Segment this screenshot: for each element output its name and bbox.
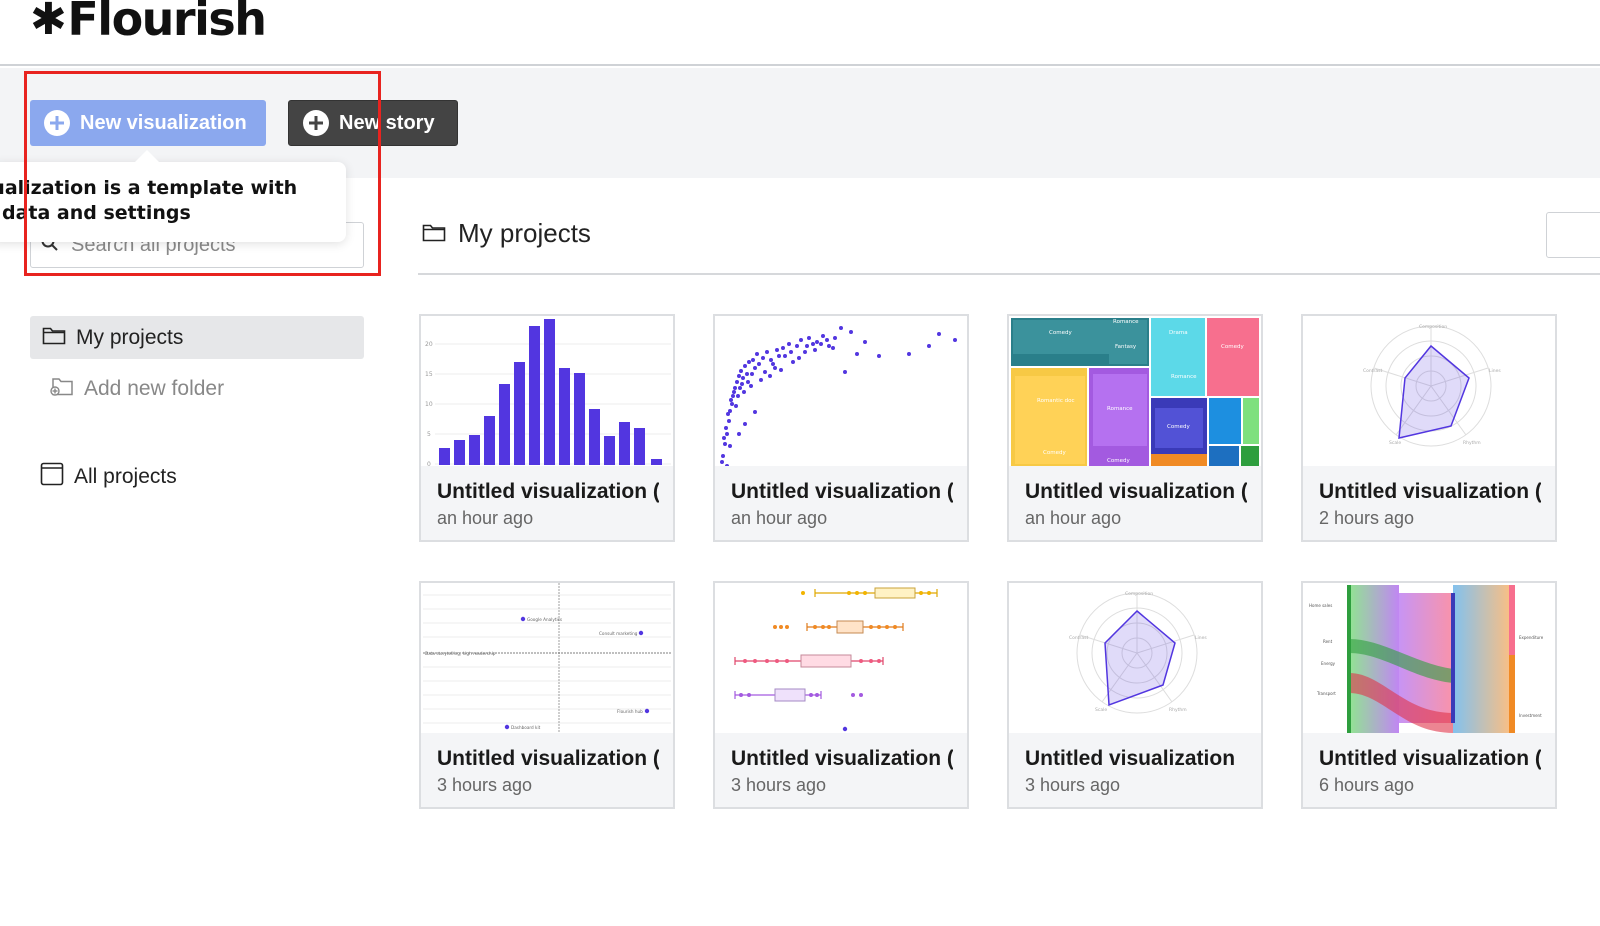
card-timestamp: an hour ago [731,508,828,528]
svg-text:Fantasy: Fantasy [1115,344,1137,350]
svg-text:5: 5 [427,431,431,438]
project-card[interactable]: Untitled visualization ( an hour ago [713,314,969,542]
svg-text:Comedy: Comedy [1167,424,1190,430]
svg-text:Rhythm: Rhythm [1463,440,1481,446]
radar-chart-thumbnail: Composition Lines Rhythm Scale Contrast [1303,316,1555,466]
svg-text:Romance: Romance [1171,374,1197,380]
svg-text:Romance: Romance [1113,319,1139,325]
svg-text:Home sales: Home sales [1309,603,1332,608]
svg-text:Romantic doc: Romantic doc [1037,398,1075,404]
svg-text:Expenditure: Expenditure [1519,635,1544,640]
svg-text:Consult marketing: Consult marketing [599,631,638,636]
card-timestamp: an hour ago [437,508,534,528]
sidebar-item-label: Add new folder [84,377,225,400]
svg-text:Scale: Scale [1095,707,1107,713]
card-title: Untitled visualization ( [1025,480,1247,503]
svg-text:Comedy: Comedy [1107,458,1130,464]
card-timestamp: an hour ago [1025,508,1122,528]
svg-text:Comedy: Comedy [1221,344,1244,350]
sankey-thumbnail: Home sales Rent Energy Transport Expenditure… [1303,583,1555,733]
svg-text:Rhythm: Rhythm [1169,707,1187,713]
new-story-button[interactable]: New story [288,100,458,146]
svg-text:Lines: Lines [1195,635,1207,641]
asterisk-icon: ✱ [30,0,67,45]
svg-text:Dashboard kit: Dashboard kit [511,725,541,730]
svg-text:Drama: Drama [1169,330,1188,336]
svg-text:Lines: Lines [1489,368,1501,374]
project-card[interactable]: Untitled visualization ( 3 hours ago [713,581,969,809]
svg-text:Investment: Investment [1519,713,1542,718]
project-card[interactable]: Comedy Romance Fantasy Drama Romance Comedy R… [1007,314,1263,542]
radar-chart-thumbnail: Composition Lines Rhythm Scale Contrast [1009,583,1261,733]
all-projects-icon [40,462,64,492]
svg-text:Scale: Scale [1389,440,1401,446]
card-timestamp: 2 hours ago [1319,508,1415,528]
card-title: Untitled visualization ( [437,747,659,770]
svg-text:20: 20 [425,341,433,348]
logo-text: Flourish [67,0,267,46]
folder-icon [422,218,446,249]
svg-text:Google Analytics: Google Analytics [527,617,562,622]
svg-text:Flourish hub: Flourish hub [617,709,643,714]
dot-quadrant-thumbnail: Google Analytics Consult marketing Data st… [421,583,673,733]
page-title: My projects [422,218,591,249]
new-story-label: New story [339,111,435,134]
svg-text:Transport: Transport [1316,691,1336,696]
card-timestamp: 3 hours ago [731,775,827,795]
tooltip-line-2: r data and settings [0,202,191,224]
svg-text:Data storytelling, high reader: Data storytelling, high readership [425,651,496,656]
project-card[interactable]: Composition Lines Rhythm Scale Contrast Unti… [1301,314,1557,542]
card-title: Untitled visualization ( [731,747,953,770]
page-title-text: My projects [458,218,591,248]
svg-text:Comedy: Comedy [1049,330,1072,336]
plus-circle-icon [44,110,70,136]
svg-text:15: 15 [425,371,433,378]
svg-text:Energy: Energy [1321,661,1336,666]
sidebar-item-add-folder[interactable]: Add new folder [50,374,224,404]
divider [418,273,1600,275]
card-title: Untitled visualization ( [1319,480,1541,503]
card-title: Untitled visualization ( [437,480,659,503]
tooltip-line-1: sualization is a template with [0,177,298,199]
svg-text:Comedy: Comedy [1043,450,1066,456]
svg-text:Rent: Rent [1323,639,1333,644]
sort-dropdown[interactable] [1546,212,1600,258]
svg-text:Composition: Composition [1125,591,1153,597]
treemap-thumbnail: Comedy Romance Fantasy Drama Romance Comedy R… [1009,316,1261,466]
project-card[interactable]: Google Analytics Consult marketing Data st… [419,581,675,809]
flourish-logo[interactable]: ✱ Flourish [30,0,267,46]
new-visualization-button[interactable]: New visualization [30,100,266,146]
new-visualization-label: New visualization [80,111,247,134]
bar-chart-thumbnail: 20 15 10 5 0 [421,316,673,466]
sidebar-item-all-projects[interactable]: All projects [40,462,177,492]
new-visualization-tooltip: sualization is a template with r data an… [0,150,346,242]
svg-text:Contrast: Contrast [1363,368,1382,374]
card-title: Untitled visualization ( [731,480,953,503]
card-timestamp: 3 hours ago [437,775,533,795]
project-card[interactable]: Home sales Rent Energy Transport Expenditure… [1301,581,1557,809]
svg-text:0: 0 [427,461,431,466]
top-bar: ✱ Flourish [0,0,1600,66]
svg-text:Composition: Composition [1419,324,1447,330]
scatter-plot-thumbnail [715,316,967,466]
card-timestamp: 6 hours ago [1319,775,1415,795]
add-folder-icon [50,375,74,403]
sidebar-item-label: All projects [74,465,177,488]
project-card[interactable]: Composition Lines Rhythm Scale Contrast Unti… [1007,581,1263,809]
svg-text:10: 10 [425,401,433,408]
svg-text:Contrast: Contrast [1069,635,1088,641]
sidebar-item-my-projects[interactable]: My projects [30,316,364,359]
box-plot-thumbnail [715,583,967,733]
plus-circle-icon [303,110,329,136]
folder-icon [42,325,66,351]
card-title: Untitled visualization ( [1319,747,1541,770]
card-title: Untitled visualization [1025,747,1236,770]
project-card[interactable]: 20 15 10 5 0 Untitled visualization ( an hou… [419,314,675,542]
sidebar-item-label: My projects [76,325,184,349]
svg-text:Romance: Romance [1107,406,1133,412]
card-timestamp: 3 hours ago [1025,775,1121,795]
